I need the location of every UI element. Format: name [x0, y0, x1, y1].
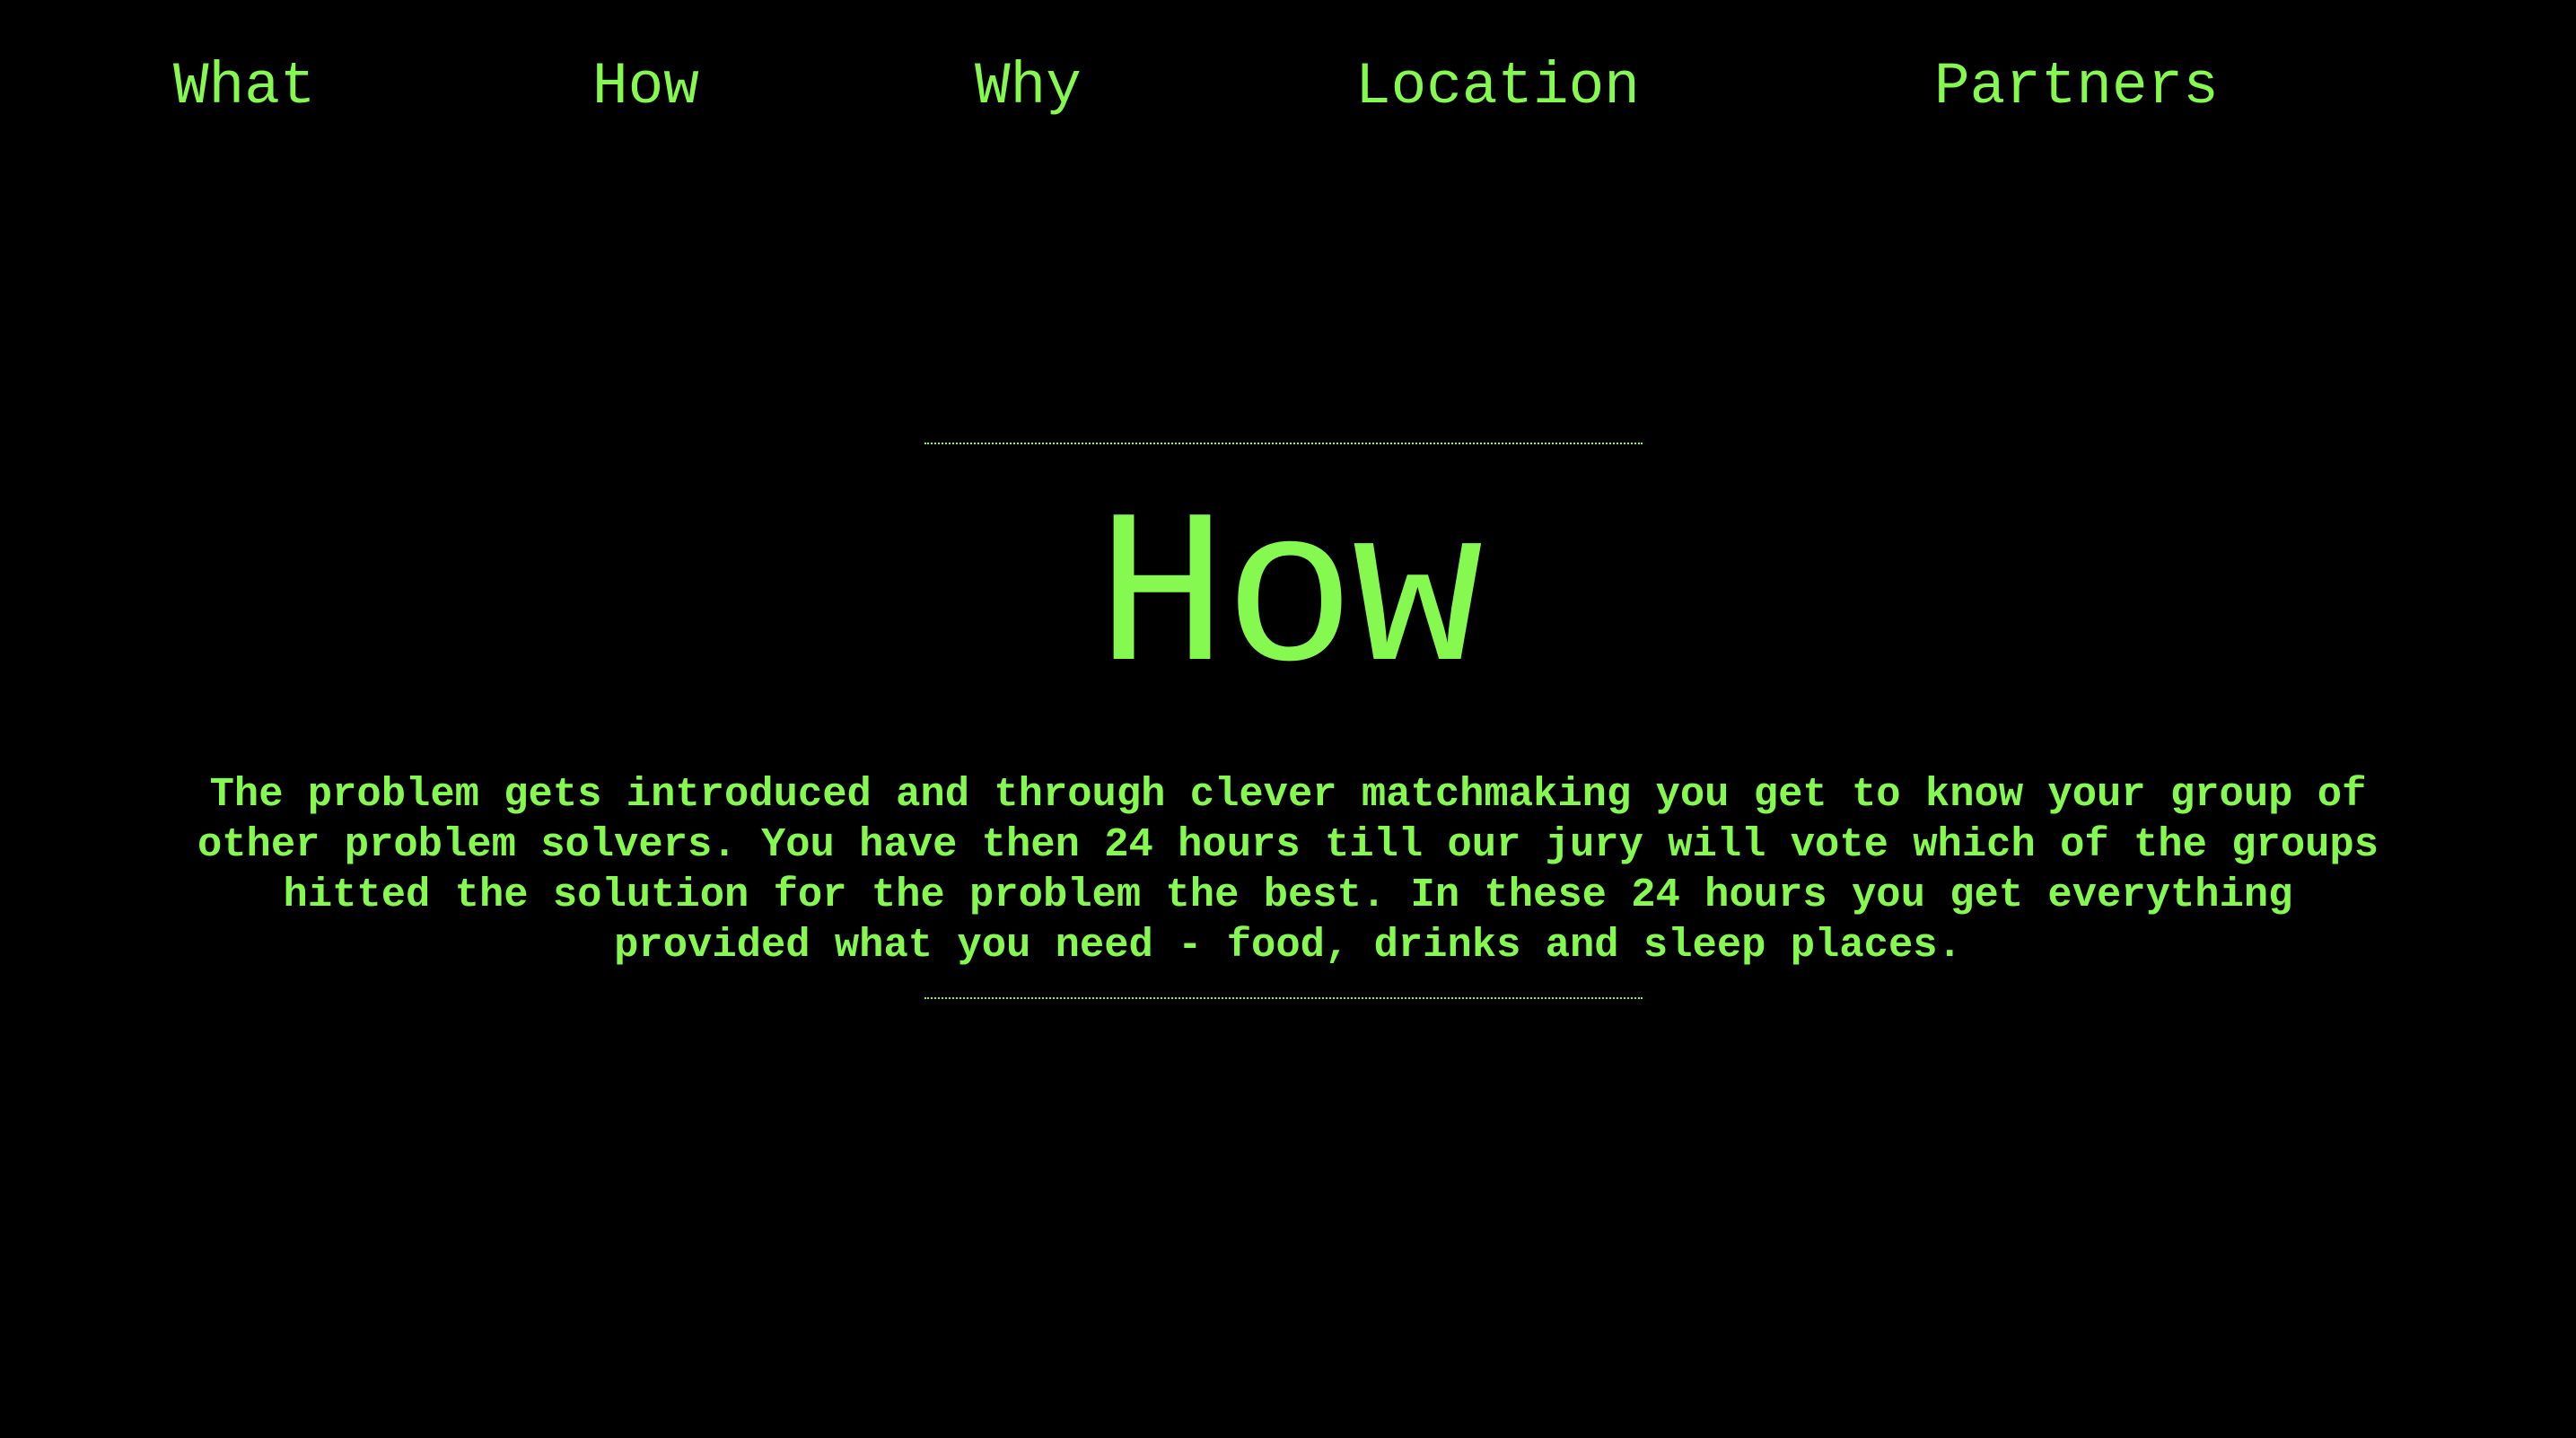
section-title: How	[1096, 478, 1483, 725]
nav-link-partners[interactable]: Partners	[1934, 47, 2219, 127]
nav-link-how[interactable]: How	[592, 47, 699, 127]
nav-link-why[interactable]: Why	[975, 47, 1082, 127]
main-navigation: What How Why Location Partners	[0, 47, 2576, 127]
section-divider-bottom	[924, 997, 1643, 999]
section-divider-top	[924, 443, 1643, 444]
nav-link-location[interactable]: Location	[1355, 47, 1640, 127]
section-description: The problem gets introduced and through …	[197, 771, 2379, 969]
nav-link-what[interactable]: What	[173, 47, 315, 127]
